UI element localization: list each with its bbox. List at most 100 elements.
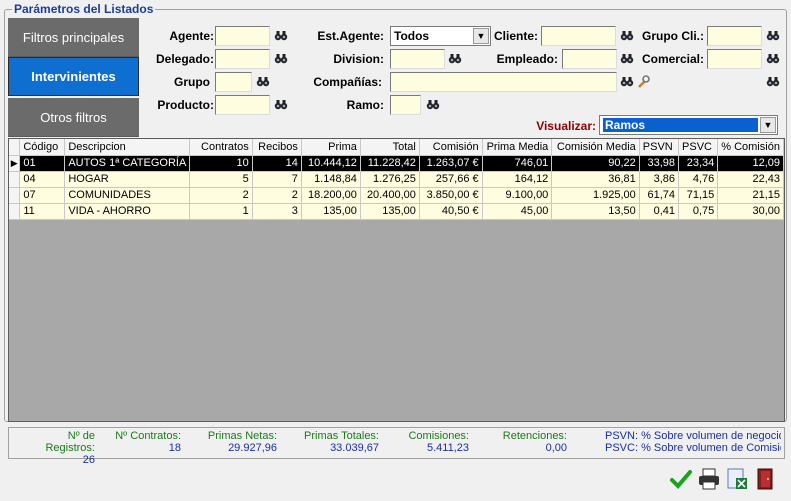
- producto-label: Producto:: [157, 98, 214, 112]
- summary-value: 33.039,67: [330, 442, 379, 454]
- results-grid[interactable]: Código Descripcion Contratos Recibos Pri…: [8, 138, 785, 422]
- cell-total: 11.228,42: [360, 155, 420, 172]
- binoculars-icon[interactable]: [273, 28, 289, 44]
- accept-button[interactable]: [667, 465, 694, 492]
- cell-pct-comision: 22,43: [717, 171, 784, 188]
- grupo-cli-input[interactable]: [707, 26, 762, 46]
- cell-psvn: 0,41: [639, 203, 680, 220]
- wrench-icon[interactable]: [635, 74, 651, 90]
- summary-label: Primas Totales:: [304, 430, 379, 442]
- excel-export-icon: [727, 468, 747, 489]
- header-codigo[interactable]: Código: [19, 139, 66, 156]
- grupo-input[interactable]: [215, 72, 252, 92]
- tab-intervinientes[interactable]: Intervinientes: [8, 57, 139, 96]
- cell-recibos: 2: [252, 187, 302, 204]
- summary-comisiones: Comisiones: 5.411,23: [405, 430, 469, 454]
- division-input[interactable]: [390, 49, 445, 69]
- psvc-legend: PSVC: % Sobre volumen de Comisión: [605, 442, 781, 454]
- binoculars-icon[interactable]: [273, 51, 289, 67]
- row-indicator-icon: ▶: [9, 155, 21, 172]
- table-row[interactable]: 07 COMUNIDADES 2 2 18.200,00 20.400,00 3…: [9, 187, 784, 204]
- cell-pct-comision: 12,09: [717, 155, 784, 172]
- empleado-input[interactable]: [562, 49, 617, 69]
- header-recibos[interactable]: Recibos: [252, 139, 302, 156]
- cell-codigo: 04: [19, 171, 66, 188]
- cell-recibos: 14: [252, 155, 302, 172]
- grupo-label: Grupo: [174, 75, 210, 89]
- header-comision-media[interactable]: Comisión Media: [551, 139, 640, 156]
- delegado-label: Delegado:: [155, 52, 214, 66]
- delegado-input[interactable]: [215, 49, 270, 69]
- agente-input[interactable]: [215, 26, 270, 46]
- visualizar-label: Visualizar:: [536, 119, 596, 133]
- header-descripcion[interactable]: Descripcion: [64, 139, 191, 156]
- cliente-label: Cliente:: [493, 29, 538, 43]
- binoculars-icon[interactable]: [447, 51, 463, 67]
- table-row[interactable]: 04 HOGAR 5 7 1.148,84 1.276,25 257,66 € …: [9, 171, 784, 188]
- cliente-input[interactable]: [541, 26, 616, 46]
- binoculars-icon[interactable]: [765, 28, 781, 44]
- header-prima-media[interactable]: Prima Media: [482, 139, 553, 156]
- header-psvc[interactable]: PSVC: [678, 139, 719, 156]
- cell-pct-comision: 21,15: [717, 187, 784, 204]
- binoculars-icon[interactable]: [765, 51, 781, 67]
- print-button[interactable]: [695, 465, 722, 492]
- est-agente-select[interactable]: Todos ▼: [390, 26, 491, 46]
- tab-label: Intervinientes: [31, 69, 116, 84]
- results-table: Código Descripcion Contratos Recibos Pri…: [9, 139, 784, 220]
- header-contratos[interactable]: Contratos: [189, 139, 253, 156]
- chevron-down-icon[interactable]: ▼: [760, 117, 776, 133]
- comercial-input[interactable]: [707, 49, 762, 69]
- exit-button[interactable]: [751, 465, 778, 492]
- binoculars-icon[interactable]: [619, 28, 635, 44]
- binoculars-icon[interactable]: [273, 97, 289, 113]
- comercial-label: Comercial:: [641, 52, 704, 66]
- cell-prima: 10.444,12: [301, 155, 361, 172]
- companias-input[interactable]: [390, 72, 617, 92]
- binoculars-icon[interactable]: [619, 74, 635, 90]
- cell-psvc: 71,15: [678, 187, 719, 204]
- header-total[interactable]: Total: [360, 139, 420, 156]
- tab-otros-filtros[interactable]: Otros filtros: [8, 98, 139, 137]
- tab-filtros-principales[interactable]: Filtros principales: [8, 18, 139, 57]
- table-row[interactable]: ▶ 01 AUTOS 1ª CATEGORÍA 10 14 10.444,12 …: [9, 155, 784, 172]
- producto-input[interactable]: [215, 95, 270, 115]
- agente-label: Agente:: [169, 29, 214, 43]
- cell-comision-media: 13,50: [551, 203, 640, 220]
- header-psvn[interactable]: PSVN: [639, 139, 680, 156]
- cell-prima-media: 45,00: [482, 203, 553, 220]
- header-pct-comision[interactable]: % Comisión: [717, 139, 784, 156]
- cell-comision: 257,66 €: [419, 171, 483, 188]
- header-prima[interactable]: Prima: [301, 139, 361, 156]
- printer-icon: [698, 468, 719, 489]
- est-agente-label: Est.Agente:: [317, 29, 384, 43]
- companias-label: Compañías:: [313, 75, 382, 89]
- cell-contratos: 5: [189, 171, 253, 188]
- binoculars-icon[interactable]: [619, 51, 635, 67]
- visualizar-select[interactable]: Ramos ▼: [599, 115, 778, 135]
- cell-psvn: 33,98: [639, 155, 680, 172]
- summary-retenciones: Retenciones: 0,00: [495, 430, 567, 454]
- summary-primas-totales: Primas Totales: 33.039,67: [299, 430, 379, 454]
- summary-primas-netas: Primas Netas: 29.927,96: [205, 430, 277, 454]
- row-indicator: [9, 203, 21, 220]
- est-agente-value: Todos: [394, 29, 430, 43]
- ramo-input[interactable]: [390, 95, 421, 115]
- cell-psvc: 0,75: [678, 203, 719, 220]
- summary-label: Primas Netas:: [207, 430, 277, 442]
- empleado-label: Empleado:: [496, 52, 558, 66]
- binoculars-icon[interactable]: [255, 74, 271, 90]
- table-row[interactable]: 11 VIDA - AHORRO 1 3 135,00 135,00 40,50…: [9, 203, 784, 220]
- cell-recibos: 7: [252, 171, 302, 188]
- binoculars-icon[interactable]: [425, 97, 441, 113]
- cell-psvn: 61,74: [639, 187, 680, 204]
- cell-comision: 3.850,00 €: [419, 187, 483, 204]
- header-comision[interactable]: Comisión: [419, 139, 483, 156]
- export-excel-button[interactable]: [723, 465, 750, 492]
- binoculars-icon[interactable]: [765, 74, 781, 90]
- summary-value: 18: [168, 442, 181, 454]
- group-title: Parámetros del Listados: [12, 2, 156, 16]
- row-indicator: [9, 187, 21, 204]
- checkmark-icon: [669, 469, 692, 489]
- cell-psvc: 23,34: [678, 155, 719, 172]
